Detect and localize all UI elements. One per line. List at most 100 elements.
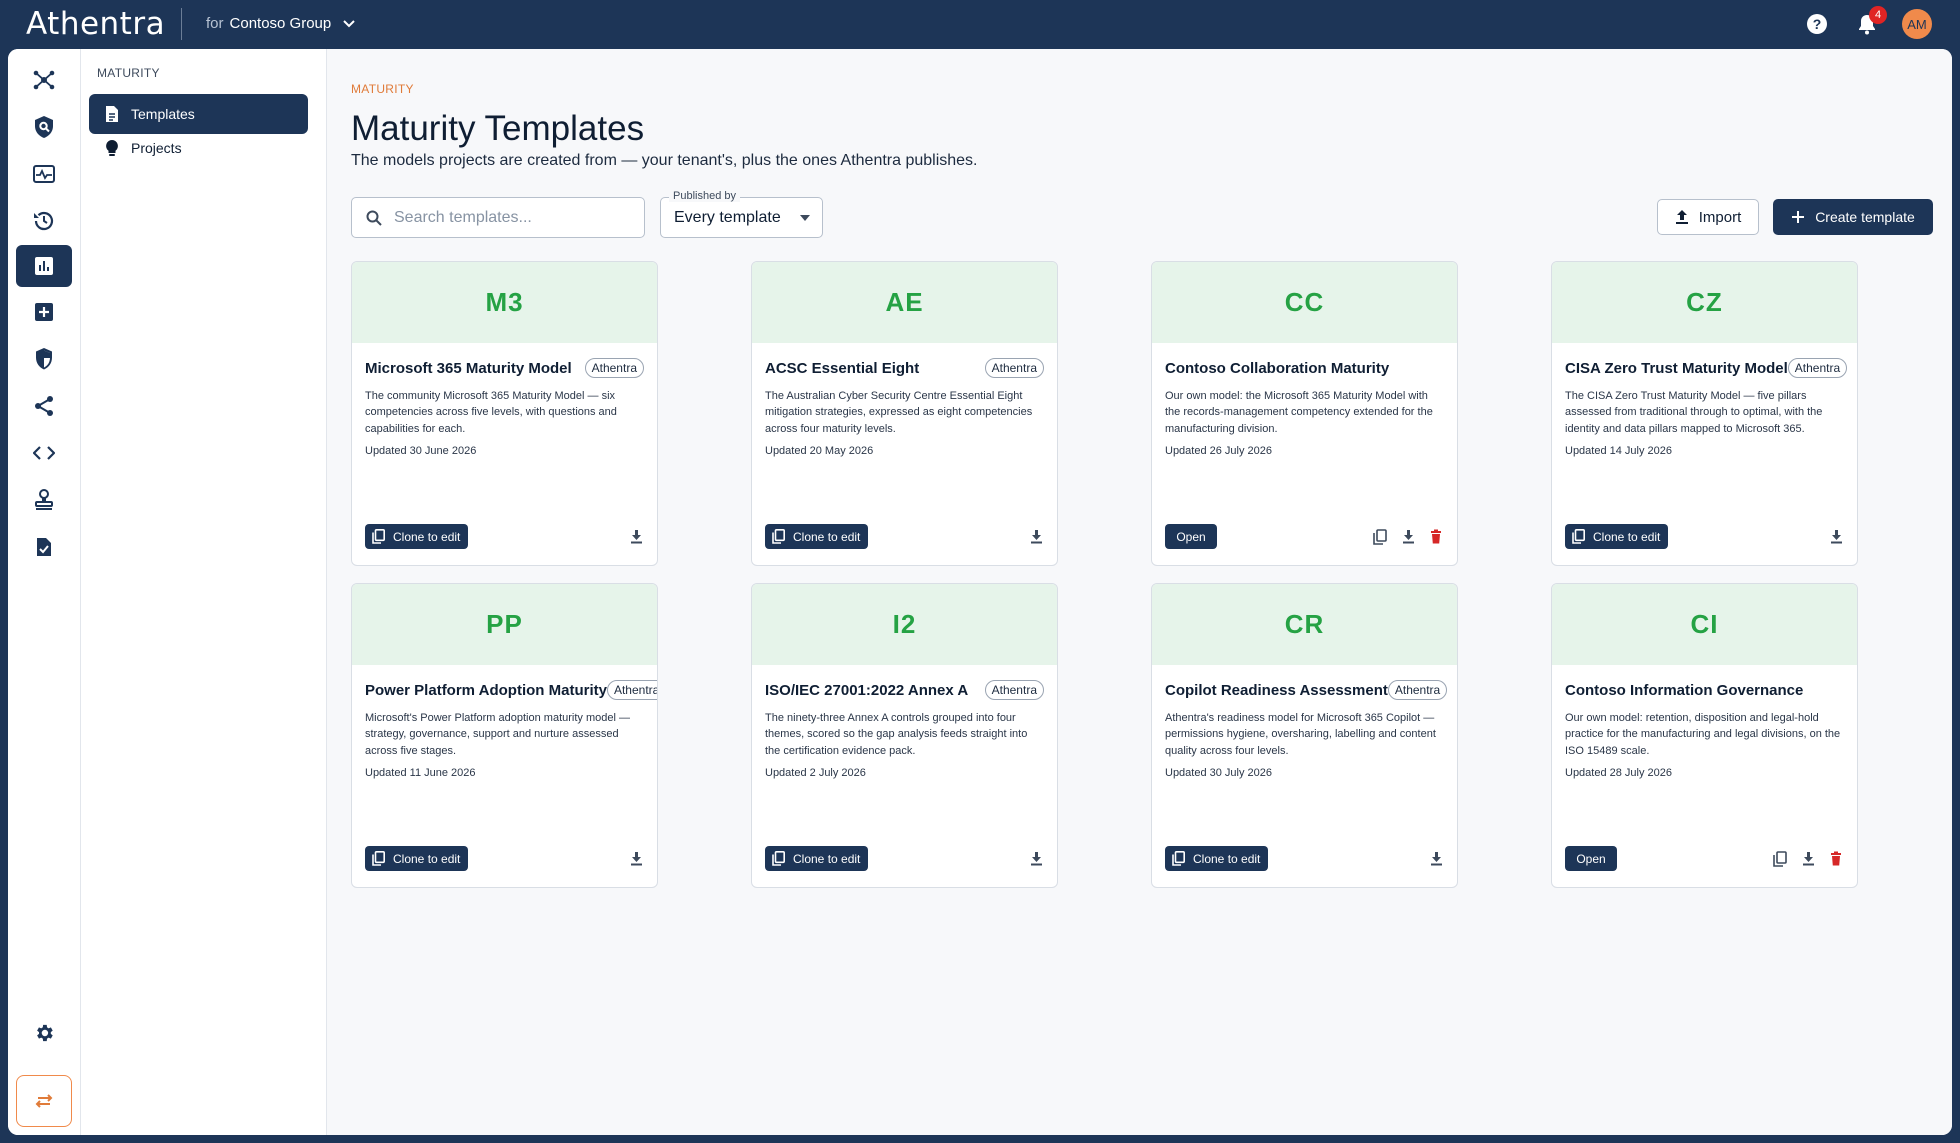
card-action-label: Open bbox=[1176, 529, 1206, 544]
card-body: CISA Zero Trust Maturity Model Athentra … bbox=[1552, 358, 1857, 457]
card-description: Microsoft's Power Platform adoption matu… bbox=[365, 712, 630, 757]
card-action-label: Clone to edit bbox=[793, 529, 861, 544]
download-icon bbox=[1402, 530, 1414, 544]
search-input[interactable] bbox=[394, 208, 634, 227]
clone-to-edit-button[interactable]: Clone to edit bbox=[365, 524, 469, 549]
publisher-badge: Athentra bbox=[984, 358, 1044, 378]
rail-settings[interactable] bbox=[16, 1012, 72, 1054]
template-card[interactable]: CR Copilot Readiness Assessment Athentra… bbox=[1151, 583, 1458, 888]
open-button[interactable]: Open bbox=[1565, 846, 1617, 871]
download-button[interactable] bbox=[1028, 851, 1044, 867]
template-card[interactable]: AE ACSC Essential Eight Athentra The Aus… bbox=[751, 261, 1058, 566]
card-actions: Clone to edit bbox=[765, 846, 1044, 871]
published-by-select[interactable]: Published by Every template bbox=[660, 190, 823, 238]
card-updated: Updated 26 July 2026 bbox=[1165, 444, 1273, 457]
monitor-pulse-icon bbox=[33, 165, 55, 183]
card-code: CZ bbox=[1552, 262, 1857, 343]
card-updated: Updated 14 July 2026 bbox=[1565, 444, 1673, 457]
card-icon-actions bbox=[1428, 851, 1444, 867]
card-actions: Clone to edit bbox=[1165, 846, 1444, 871]
card-description: The community Microsoft 365 Maturity Mod… bbox=[365, 390, 617, 435]
rail-security-scan[interactable] bbox=[16, 106, 72, 148]
top-bar: Athentra for Contoso Group ? 4 AM bbox=[0, 0, 1960, 49]
card-code: M3 bbox=[352, 262, 657, 343]
trash-icon bbox=[1831, 851, 1841, 866]
code-icon bbox=[33, 446, 55, 460]
brand-logo[interactable]: Athentra bbox=[26, 6, 165, 42]
publisher-badge: Athentra bbox=[1387, 680, 1448, 700]
clone-to-edit-button[interactable]: Clone to edit bbox=[1565, 524, 1669, 549]
rail-share[interactable] bbox=[16, 385, 72, 427]
download-button[interactable] bbox=[1800, 851, 1816, 867]
import-button[interactable]: Import bbox=[1657, 199, 1759, 235]
rail-add[interactable] bbox=[16, 291, 72, 333]
card-code: PP bbox=[352, 584, 657, 665]
card-description: Our own model: the Microsoft 365 Maturit… bbox=[1165, 390, 1433, 435]
rail-compliance[interactable] bbox=[16, 526, 72, 568]
document-icon bbox=[106, 106, 118, 122]
workspace-switch-button[interactable] bbox=[16, 1075, 72, 1127]
tenant-switcher[interactable]: for Contoso Group bbox=[206, 15, 355, 32]
template-card[interactable]: I2 ISO/IEC 27001:2022 Annex A Athentra T… bbox=[751, 583, 1058, 888]
rail-shield[interactable] bbox=[16, 338, 72, 380]
card-actions: Clone to edit bbox=[1565, 524, 1844, 549]
card-header: Copilot Readiness Assessment Athentra bbox=[1165, 680, 1448, 700]
notifications-button[interactable]: 4 bbox=[1852, 6, 1887, 39]
icon-rail bbox=[8, 49, 81, 1135]
caret-down-icon bbox=[800, 215, 810, 221]
download-button[interactable] bbox=[1028, 529, 1044, 545]
copy-icon bbox=[1773, 850, 1787, 867]
card-actions: Open bbox=[1565, 846, 1844, 871]
card-code: I2 bbox=[752, 584, 1057, 665]
create-template-button[interactable]: Create template bbox=[1773, 199, 1933, 235]
rail-approvals[interactable] bbox=[16, 479, 72, 521]
delete-button[interactable] bbox=[1428, 529, 1444, 545]
rail-network[interactable] bbox=[16, 59, 72, 101]
history-icon bbox=[34, 211, 54, 231]
brand-divider bbox=[181, 8, 182, 40]
template-card[interactable]: PP Power Platform Adoption Maturity Athe… bbox=[351, 583, 658, 888]
download-button[interactable] bbox=[628, 529, 644, 545]
download-button[interactable] bbox=[1828, 529, 1844, 545]
download-icon bbox=[630, 852, 642, 866]
card-actions: Clone to edit bbox=[365, 846, 644, 871]
user-avatar[interactable]: AM bbox=[1902, 9, 1932, 39]
template-card[interactable]: M3 Microsoft 365 Maturity Model Athentra… bbox=[351, 261, 658, 566]
rail-code[interactable] bbox=[16, 432, 72, 474]
download-icon bbox=[1430, 852, 1442, 866]
clone-to-edit-button[interactable]: Clone to edit bbox=[1165, 846, 1269, 871]
copy-icon bbox=[772, 529, 785, 544]
card-header: CISA Zero Trust Maturity Model Athentra bbox=[1565, 358, 1848, 378]
download-button[interactable] bbox=[1400, 529, 1416, 545]
card-actions: Clone to edit bbox=[765, 524, 1044, 549]
card-description: Athentra's readiness model for Microsoft… bbox=[1165, 712, 1436, 757]
open-button[interactable]: Open bbox=[1165, 524, 1217, 549]
delete-button[interactable] bbox=[1828, 851, 1844, 867]
duplicate-button[interactable] bbox=[1372, 528, 1388, 545]
clone-to-edit-button[interactable]: Clone to edit bbox=[765, 524, 869, 549]
card-icon-actions bbox=[628, 851, 644, 867]
template-card[interactable]: CI Contoso Information Governance Our ow… bbox=[1551, 583, 1858, 888]
card-header: Power Platform Adoption Maturity Athentr… bbox=[365, 680, 657, 700]
published-by-label: Published by bbox=[669, 190, 740, 202]
publisher-badge: Athentra bbox=[606, 680, 657, 700]
card-header: ACSC Essential Eight Athentra bbox=[765, 358, 1044, 378]
card-action-label: Clone to edit bbox=[1193, 851, 1261, 866]
template-card[interactable]: CC Contoso Collaboration Maturity Our ow… bbox=[1151, 261, 1458, 566]
download-button[interactable] bbox=[1428, 851, 1444, 867]
lightbulb-icon bbox=[106, 140, 118, 156]
clone-to-edit-button[interactable]: Clone to edit bbox=[765, 846, 869, 871]
template-card[interactable]: CZ CISA Zero Trust Maturity Model Athent… bbox=[1551, 261, 1858, 566]
clone-to-edit-button[interactable]: Clone to edit bbox=[365, 846, 469, 871]
help-icon: ? bbox=[1807, 14, 1827, 34]
download-button[interactable] bbox=[628, 851, 644, 867]
rail-maturity[interactable] bbox=[16, 245, 72, 287]
rail-history[interactable] bbox=[16, 200, 72, 242]
rail-monitoring[interactable] bbox=[16, 153, 72, 195]
card-updated: Updated 11 June 2026 bbox=[365, 766, 476, 779]
card-code: CR bbox=[1152, 584, 1457, 665]
duplicate-button[interactable] bbox=[1772, 850, 1788, 867]
card-code: AE bbox=[752, 262, 1057, 343]
subnav-item-projects[interactable]: Projects bbox=[89, 128, 308, 168]
help-button[interactable]: ? bbox=[1802, 9, 1832, 39]
